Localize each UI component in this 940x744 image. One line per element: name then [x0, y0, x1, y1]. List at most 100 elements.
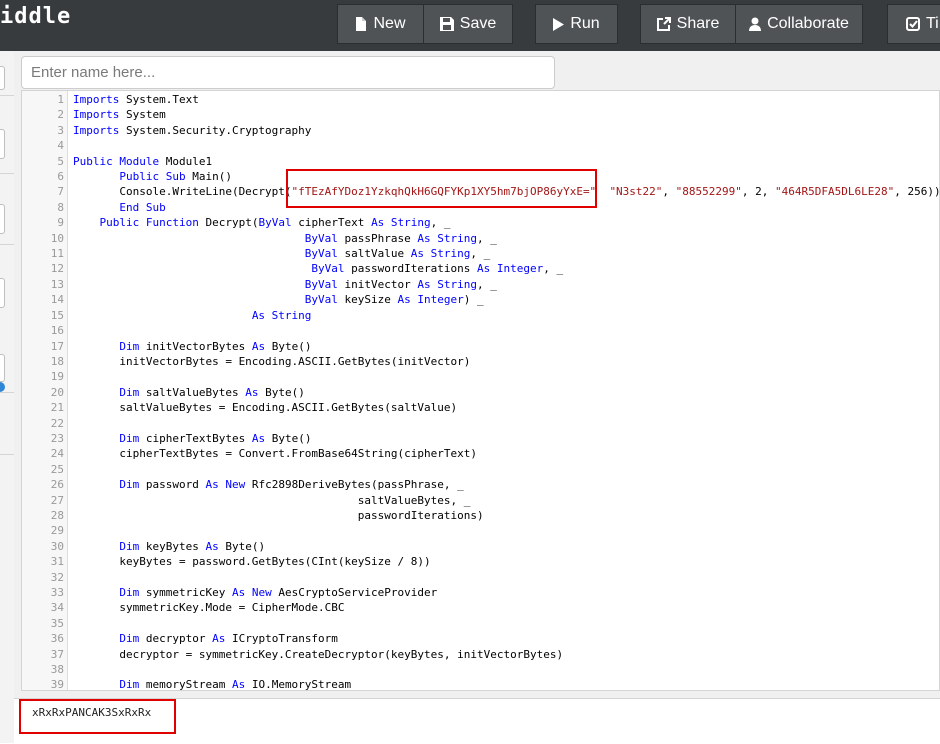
code-token: , _ — [543, 262, 564, 276]
code-line[interactable]: 5 Public Module Module1 — [22, 154, 939, 169]
code-line[interactable]: 23 Dim cipherTextBytes As Byte() — [22, 431, 939, 446]
tidy-button[interactable]: Ti — [887, 4, 940, 44]
keyword-token: Imports — [73, 93, 120, 106]
code-line[interactable]: 21 saltValueBytes = Encoding.ASCII.GetBy… — [22, 400, 939, 415]
keyword-token: ByVal — [304, 277, 338, 291]
code-line[interactable]: 26 Dim password As New Rfc2898DeriveByte… — [22, 477, 939, 492]
line-number: 6 — [57, 170, 64, 184]
code-text: initVectorBytes = Encoding.ASCII.GetByte… — [73, 354, 470, 369]
code-line[interactable]: 27 saltValueBytes, _ — [22, 493, 939, 508]
code-token: keyBytes = password.GetBytes(CInt(keySiz… — [73, 555, 431, 569]
new-button[interactable]: New — [337, 4, 424, 44]
code-line[interactable]: 17 Dim initVectorBytes As Byte() — [22, 339, 939, 354]
code-line[interactable]: 28 passwordIterations) — [22, 508, 939, 523]
sidebar-control[interactable] — [0, 354, 5, 382]
code-text: keyBytes = password.GetBytes(CInt(keySiz… — [73, 554, 431, 569]
sidebar-control[interactable] — [0, 204, 5, 234]
keyword-token: As — [245, 385, 259, 399]
code-line[interactable]: 22 — [22, 416, 939, 431]
app-logo[interactable]: iddle — [0, 4, 71, 29]
code-line[interactable]: 3 Imports System.Security.Cryptography — [22, 123, 939, 138]
code-line[interactable]: 39 Dim memoryStream As IO.MemoryStream — [22, 677, 939, 690]
code-line[interactable]: 32 — [22, 570, 939, 585]
code-line[interactable]: 18 initVectorBytes = Encoding.ASCII.GetB… — [22, 354, 939, 369]
code-token: cipherTextBytes — [139, 431, 252, 445]
code-line[interactable]: 10 ByVal passPhrase As String, _ — [22, 231, 939, 246]
code-line[interactable]: 11 ByVal saltValue As String, _ — [22, 246, 939, 261]
code-line[interactable]: 1 Imports System.Text — [22, 92, 939, 107]
keyword-token: End Sub — [119, 200, 166, 214]
string-token: "464R5DFA5DL6LE28" — [775, 185, 895, 199]
code-line[interactable]: 30 Dim keyBytes As Byte() — [22, 539, 939, 554]
code-line[interactable]: 38 — [22, 662, 939, 677]
code-line[interactable]: 33 Dim symmetricKey As New AesCryptoServ… — [22, 585, 939, 600]
share-button[interactable]: Share — [640, 4, 736, 44]
line-number: 33 — [50, 586, 64, 599]
code-line[interactable]: 31 keyBytes = password.GetBytes(CInt(key… — [22, 554, 939, 569]
code-text: Public Function Decrypt(ByVal cipherText… — [73, 215, 451, 230]
code-text: Dim symmetricKey As New AesCryptoService… — [73, 585, 437, 600]
line-number: 36 — [50, 632, 64, 646]
new-button-label: New — [373, 15, 406, 32]
code-token: System — [119, 108, 166, 122]
code-text: Dim keyBytes As Byte() — [73, 539, 265, 554]
code-line[interactable]: 29 — [22, 523, 939, 538]
code-line[interactable]: 20 Dim saltValueBytes As Byte() — [22, 385, 939, 400]
sidebar-control[interactable] — [0, 129, 5, 159]
code-line[interactable]: 12 ByVal passwordIterations As Integer, … — [22, 261, 939, 276]
code-line[interactable]: 16 — [22, 323, 939, 338]
keyword-token: Dim — [119, 632, 140, 646]
code-line[interactable]: 25 — [22, 462, 939, 477]
code-line[interactable]: 2 Imports System — [22, 107, 939, 122]
code-line[interactable]: 35 — [22, 616, 939, 631]
line-number: 32 — [50, 570, 64, 584]
code-line[interactable]: 14 ByVal keySize As Integer) _ — [22, 292, 939, 307]
name-input[interactable] — [21, 56, 555, 89]
code-text: ByVal passwordIterations As Integer, _ — [73, 261, 563, 276]
code-line[interactable]: 34 symmetricKey.Mode = CipherMode.CBC — [22, 600, 939, 615]
save-button[interactable]: Save — [423, 4, 513, 44]
run-button-label: Run — [570, 15, 600, 32]
code-line[interactable]: 37 decryptor = symmetricKey.CreateDecryp… — [22, 647, 939, 662]
keyword-token: As Integer — [397, 293, 464, 307]
sidebar-divider — [0, 173, 14, 174]
sidebar-control[interactable] — [0, 278, 5, 308]
code-text: cipherTextBytes = Convert.FromBase64Stri… — [73, 446, 477, 461]
code-line[interactable]: 15 As String — [22, 308, 939, 323]
string-token: "88552299" — [675, 185, 742, 199]
code-token: Console.WriteLine(Decrypt( — [73, 185, 292, 199]
code-token: saltValueBytes, _ — [73, 493, 471, 507]
code-line[interactable]: 19 — [22, 369, 939, 384]
code-editor[interactable]: 1 Imports System.Text 2 Imports System 3 Impo… — [21, 90, 940, 691]
code-line[interactable]: 36 Dim decryptor As ICryptoTransform — [22, 631, 939, 646]
code-token: decryptor = symmetricKey.CreateDecryptor… — [73, 647, 564, 661]
code-line[interactable]: 9 Public Function Decrypt(ByVal cipherTe… — [22, 215, 939, 230]
code-token: , 2, — [741, 185, 776, 199]
sidebar-toggle-dot[interactable] — [0, 382, 5, 392]
run-button[interactable]: Run — [535, 4, 618, 44]
line-number: 8 — [57, 200, 64, 214]
sidebar-control[interactable] — [0, 66, 5, 90]
collaborate-button[interactable]: Collaborate — [735, 4, 863, 44]
line-number: 13 — [50, 277, 64, 291]
code-line[interactable]: 13 ByVal initVector As String, _ — [22, 277, 939, 292]
checkbox-icon — [906, 17, 920, 31]
code-line[interactable]: 24 cipherTextBytes = Convert.FromBase64S… — [22, 446, 939, 461]
code-text: Imports System.Text — [73, 92, 199, 107]
line-number: 4 — [57, 139, 64, 153]
line-number: 22 — [50, 416, 64, 430]
line-number: 31 — [50, 555, 64, 569]
line-number: 3 — [57, 123, 64, 137]
code-line[interactable]: 4 — [22, 138, 939, 153]
code-text: ByVal saltValue As String, _ — [73, 246, 490, 261]
